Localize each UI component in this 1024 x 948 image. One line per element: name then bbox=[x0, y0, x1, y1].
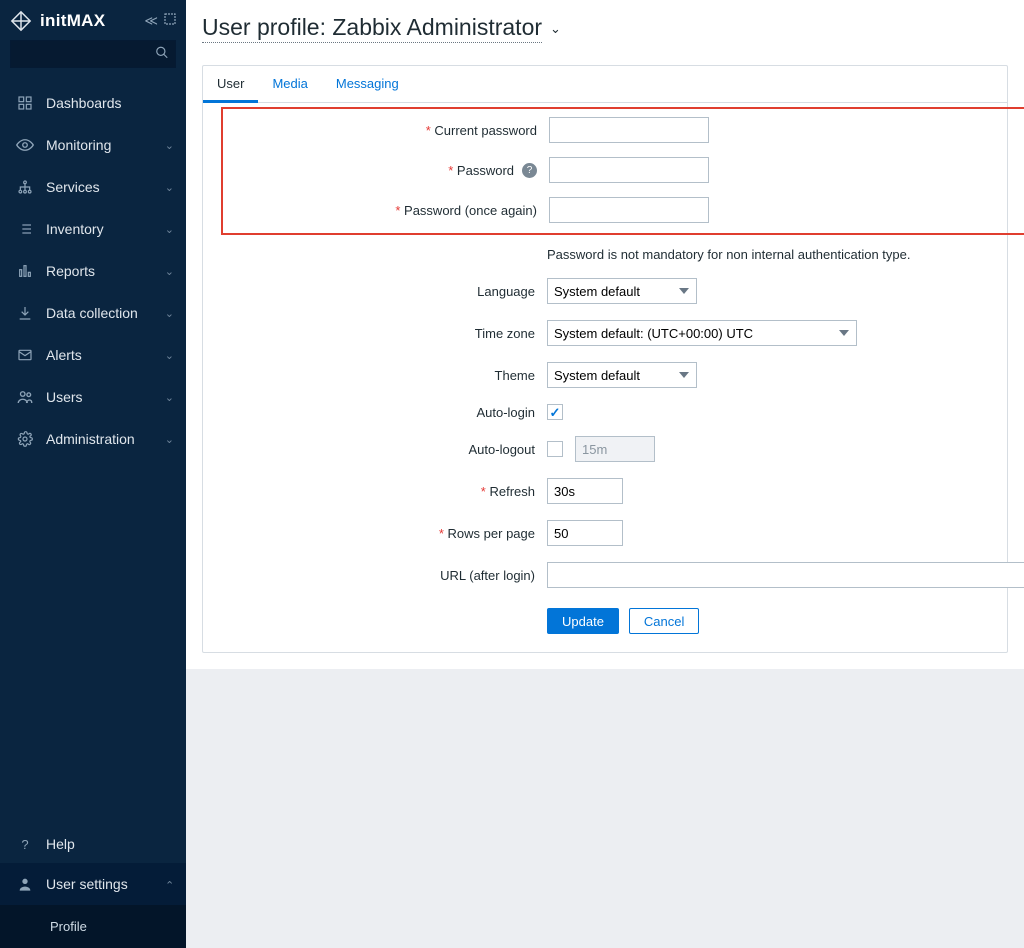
label-current-password: Current password bbox=[227, 123, 539, 138]
dashboard-icon bbox=[14, 95, 36, 111]
sidebar-item-users[interactable]: Users ⌄ bbox=[0, 376, 186, 418]
sidebar-item-label: Reports bbox=[46, 263, 95, 279]
user-form: Current password Password? Password (onc… bbox=[225, 115, 985, 634]
list-icon bbox=[14, 221, 36, 237]
password-input[interactable] bbox=[549, 157, 709, 183]
form-buttons: Update Cancel bbox=[547, 604, 1024, 634]
eye-icon bbox=[14, 136, 36, 154]
bar-chart-icon bbox=[14, 263, 36, 279]
label-rows-per-page: Rows per page bbox=[225, 526, 537, 541]
sidebar-item-reports[interactable]: Reports ⌄ bbox=[0, 250, 186, 292]
tabs: User Media Messaging Current password Pa… bbox=[202, 65, 1008, 653]
sidebar-search bbox=[10, 40, 176, 68]
sidebar-header: initMAX ≪ bbox=[0, 0, 186, 40]
sidebar-item-monitoring[interactable]: Monitoring ⌄ bbox=[0, 124, 186, 166]
page-title-row: User profile: Zabbix Administrator ⌄ bbox=[202, 14, 1008, 53]
auto-logout-checkbox[interactable] bbox=[547, 441, 563, 457]
password-again-input[interactable] bbox=[549, 197, 709, 223]
search-input[interactable] bbox=[10, 40, 176, 68]
chevron-down-icon: ⌄ bbox=[165, 433, 174, 446]
sidebar-item-label: Users bbox=[46, 389, 83, 405]
brand-logo-icon bbox=[10, 10, 32, 32]
sidebar-nav: Dashboards Monitoring ⌄ Services ⌄ Inven… bbox=[0, 76, 186, 825]
rows-per-page-input[interactable] bbox=[547, 520, 623, 546]
fullscreen-icon[interactable] bbox=[164, 13, 176, 29]
download-icon bbox=[14, 305, 36, 321]
sidebar-item-label: Administration bbox=[46, 431, 135, 447]
sidebar-item-administration[interactable]: Administration ⌄ bbox=[0, 418, 186, 460]
users-icon bbox=[14, 388, 36, 406]
mail-icon bbox=[14, 347, 36, 363]
sidebar-item-help[interactable]: ? Help bbox=[0, 825, 186, 863]
password-note: Password is not mandatory for non intern… bbox=[547, 247, 1024, 262]
sidebar: initMAX ≪ Dashboards Monitoring ⌄ Servic… bbox=[0, 0, 186, 948]
label-time-zone: Time zone bbox=[225, 326, 537, 341]
sidebar-item-label: Inventory bbox=[46, 221, 104, 237]
language-select[interactable]: System default bbox=[547, 278, 697, 304]
help-icon: ? bbox=[14, 837, 36, 852]
sidebar-bottom: ? Help User settings ⌄ Profile bbox=[0, 825, 186, 948]
user-icon bbox=[14, 876, 36, 892]
page-title[interactable]: User profile: Zabbix Administrator bbox=[202, 14, 542, 43]
sidebar-item-services[interactable]: Services ⌄ bbox=[0, 166, 186, 208]
hierarchy-icon bbox=[14, 179, 36, 195]
current-password-input[interactable] bbox=[549, 117, 709, 143]
label-theme: Theme bbox=[225, 368, 537, 383]
label-url-after-login: URL (after login) bbox=[225, 568, 537, 583]
label-auto-logout: Auto-logout bbox=[225, 442, 537, 457]
content: User profile: Zabbix Administrator ⌄ Use… bbox=[186, 0, 1024, 669]
brand-name: initMAX bbox=[40, 11, 105, 31]
label-password-again: Password (once again) bbox=[227, 203, 539, 218]
tab-media[interactable]: Media bbox=[258, 66, 321, 102]
tab-bar: User Media Messaging bbox=[203, 66, 1007, 103]
sidebar-item-user-settings[interactable]: User settings ⌄ bbox=[0, 863, 186, 905]
chevron-down-icon: ⌄ bbox=[165, 181, 174, 194]
cancel-button[interactable]: Cancel bbox=[629, 608, 699, 634]
chevron-down-icon: ⌄ bbox=[165, 139, 174, 152]
update-button[interactable]: Update bbox=[547, 608, 619, 634]
sidebar-item-label: Services bbox=[46, 179, 100, 195]
refresh-input[interactable] bbox=[547, 478, 623, 504]
help-tooltip-icon[interactable]: ? bbox=[522, 163, 537, 178]
password-highlight-box: Current password Password? Password (onc… bbox=[221, 107, 1024, 235]
chevron-down-icon: ⌄ bbox=[165, 223, 174, 236]
sidebar-subitem-profile[interactable]: Profile bbox=[0, 905, 186, 948]
gear-icon bbox=[14, 431, 36, 447]
sidebar-item-label: Data collection bbox=[46, 305, 138, 321]
url-after-login-input[interactable] bbox=[547, 562, 1024, 588]
chevron-down-icon: ⌄ bbox=[165, 307, 174, 320]
chevron-down-icon: ⌄ bbox=[165, 349, 174, 362]
label-refresh: Refresh bbox=[225, 484, 537, 499]
auto-logout-value-input bbox=[575, 436, 655, 462]
theme-select[interactable]: System default bbox=[547, 362, 697, 388]
chevron-up-icon: ⌄ bbox=[165, 878, 174, 891]
tab-content: Current password Password? Password (onc… bbox=[203, 103, 1007, 652]
label-password: Password? bbox=[227, 163, 539, 178]
label-language: Language bbox=[225, 284, 537, 299]
sidebar-item-dashboards[interactable]: Dashboards bbox=[0, 82, 186, 124]
sidebar-item-data-collection[interactable]: Data collection ⌄ bbox=[0, 292, 186, 334]
collapse-icon[interactable]: ≪ bbox=[144, 13, 158, 29]
chevron-down-icon: ⌄ bbox=[165, 391, 174, 404]
tab-messaging[interactable]: Messaging bbox=[322, 66, 413, 102]
time-zone-select[interactable]: System default: (UTC+00:00) UTC bbox=[547, 320, 857, 346]
sidebar-item-label: Monitoring bbox=[46, 137, 111, 153]
sidebar-item-inventory[interactable]: Inventory ⌄ bbox=[0, 208, 186, 250]
label-auto-login: Auto-login bbox=[225, 405, 537, 420]
auto-login-checkbox[interactable] bbox=[547, 404, 563, 420]
sidebar-item-alerts[interactable]: Alerts ⌄ bbox=[0, 334, 186, 376]
main: User profile: Zabbix Administrator ⌄ Use… bbox=[186, 0, 1024, 948]
chevron-down-icon: ⌄ bbox=[165, 265, 174, 278]
tab-user[interactable]: User bbox=[203, 66, 258, 103]
sidebar-item-label: Dashboards bbox=[46, 95, 122, 111]
sidebar-item-label: User settings bbox=[46, 876, 128, 892]
sidebar-item-label: Help bbox=[46, 836, 75, 852]
chevron-down-icon[interactable]: ⌄ bbox=[550, 21, 561, 37]
sidebar-item-label: Alerts bbox=[46, 347, 82, 363]
